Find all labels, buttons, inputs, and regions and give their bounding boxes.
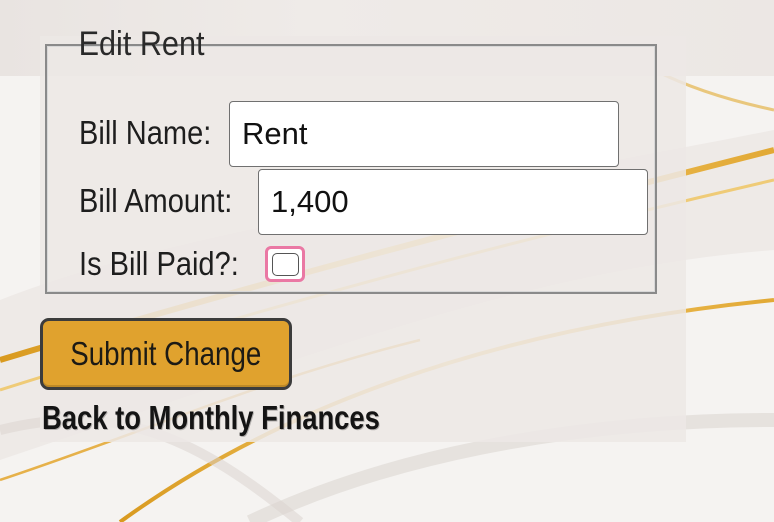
is-paid-checkbox[interactable]	[265, 246, 305, 282]
fieldset-legend: Edit Rent	[78, 25, 205, 63]
checkbox-box	[272, 253, 299, 276]
bill-name-label: Bill Name:	[79, 114, 212, 151]
bill-name-input[interactable]: Rent	[229, 101, 619, 167]
submit-button-label: Submit Change	[70, 335, 262, 372]
is-paid-label: Is Bill Paid?:	[79, 245, 239, 282]
bill-amount-label: Bill Amount:	[79, 182, 233, 219]
bill-amount-input[interactable]: 1,400	[258, 169, 648, 235]
submit-change-button[interactable]: Submit Change	[40, 318, 292, 390]
back-to-monthly-finances-link[interactable]: Back to Monthly Finances	[42, 396, 380, 440]
